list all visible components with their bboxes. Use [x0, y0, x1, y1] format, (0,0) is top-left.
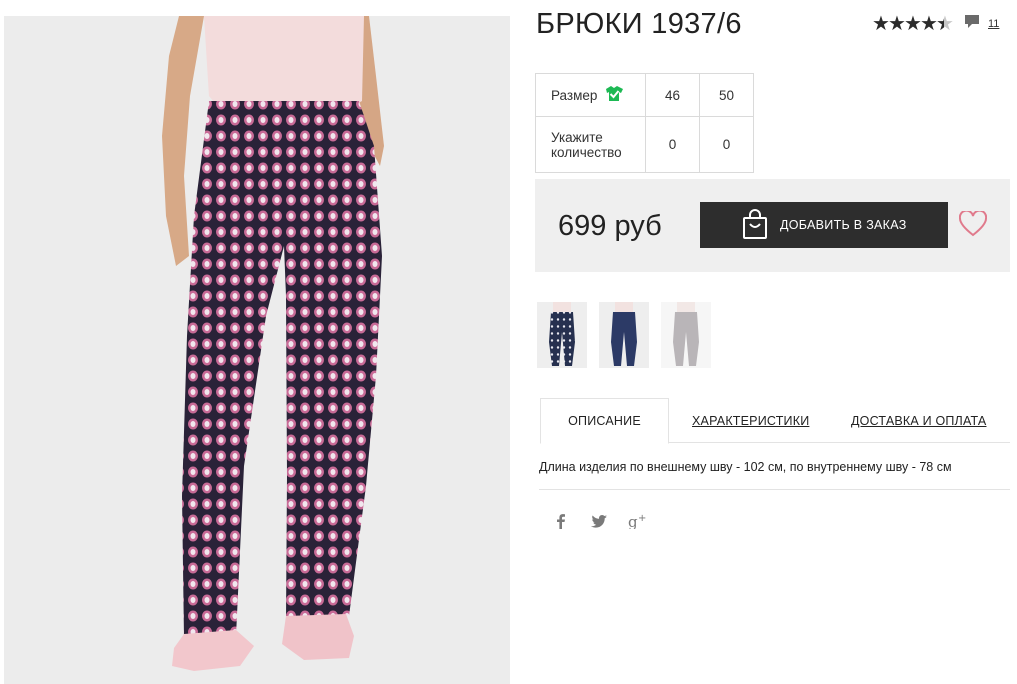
thumbnail-1[interactable] [537, 302, 587, 368]
heart-icon[interactable] [958, 209, 988, 242]
tab-characteristics[interactable]: ХАРАКТЕРИСТИКИ [692, 398, 809, 443]
product-title: БРЮКИ 1937/6 [536, 8, 742, 40]
star-icon: ★ [904, 13, 922, 35]
product-thumbnails [537, 302, 711, 368]
size-option-46[interactable]: 46 [645, 73, 700, 117]
divider [539, 489, 1010, 490]
svg-text:g: g [628, 513, 638, 529]
size-label: Размер [551, 87, 598, 103]
star-half-icon: ★ [936, 14, 954, 34]
social-share: g + [552, 513, 646, 533]
facebook-icon[interactable] [552, 513, 570, 533]
size-label-cell: Размер [535, 73, 646, 117]
svg-text:+: + [638, 513, 646, 524]
thumbnail-2[interactable] [599, 302, 649, 368]
twitter-icon[interactable] [590, 514, 608, 532]
tab-description[interactable]: ОПИСАНИЕ [540, 398, 669, 444]
thumbnail-3[interactable] [661, 302, 711, 368]
add-to-order-label: ДОБАВИТЬ В ЗАКАЗ [780, 218, 907, 232]
shirt-check-icon[interactable] [605, 85, 624, 105]
reviews-count-link[interactable]: 11 [988, 18, 999, 30]
size-option-50[interactable]: 50 [699, 73, 754, 117]
quantity-label: Укажите количество [535, 116, 646, 173]
price-panel: 699 руб ДОБАВИТЬ В ЗАКАЗ [535, 179, 1010, 272]
star-icon: ★ [920, 13, 938, 35]
star-icon: ★ [888, 13, 906, 35]
rating-stars: ★ ★ ★ ★ ★ [872, 13, 954, 35]
product-main-image[interactable] [4, 16, 510, 684]
google-plus-icon[interactable]: g + [628, 513, 646, 533]
shopping-bag-icon [742, 208, 768, 242]
add-to-order-button[interactable]: ДОБАВИТЬ В ЗАКАЗ [700, 202, 948, 248]
comment-icon[interactable] [964, 14, 980, 34]
product-rating: ★ ★ ★ ★ ★ 11 [872, 14, 999, 34]
star-icon: ★ [872, 13, 890, 35]
size-quantity-table: Размер 46 50 Укажите количество 0 0 [535, 73, 754, 173]
quantity-field-46[interactable]: 0 [645, 116, 700, 173]
tab-delivery-payment[interactable]: ДОСТАВКА И ОПЛАТА [851, 398, 986, 443]
product-description: Длина изделия по внешнему шву - 102 см, … [539, 460, 952, 474]
quantity-field-50[interactable]: 0 [699, 116, 754, 173]
product-info-tabs: ОПИСАНИЕ ХАРАКТЕРИСТИКИ ДОСТАВКА И ОПЛАТ… [540, 398, 1010, 444]
product-price: 699 руб [558, 210, 662, 242]
